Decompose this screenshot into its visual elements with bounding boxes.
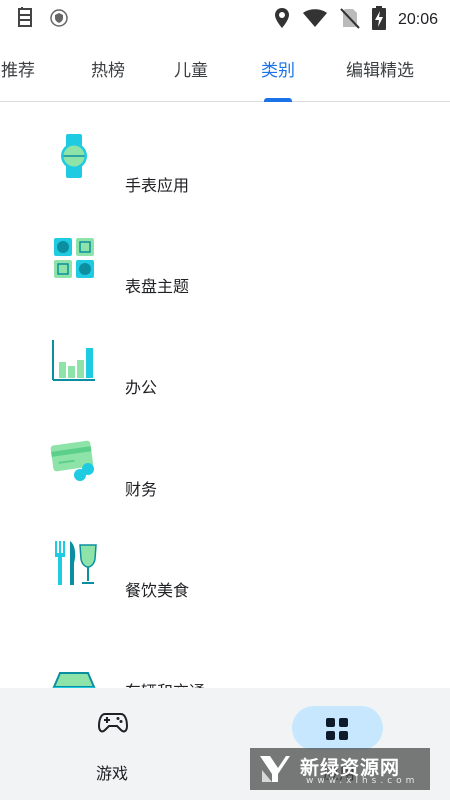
shield-icon [50, 9, 68, 31]
category-row-finance[interactable]: 财务 [0, 433, 450, 533]
status-time: 20:06 [397, 11, 438, 28]
category-label: 表盘主题 [125, 277, 190, 296]
card-coins-icon [50, 437, 98, 485]
nav-games[interactable]: 游戏 [0, 688, 225, 800]
wifi-icon [302, 8, 328, 32]
category-list: 手表应用 表盘主题 办公 财务 餐饮美食 车辆和交通 [0, 103, 450, 688]
tab-kids[interactable]: 儿童 [174, 56, 208, 81]
gamepad-icon [97, 712, 129, 738]
watermark-url: www.xlhs.com [306, 776, 419, 786]
location-icon [274, 7, 290, 33]
watermark: 新绿资源网 www.xlhs.com [250, 748, 430, 790]
watermark-logo-icon [258, 754, 292, 788]
active-tab-indicator [264, 98, 292, 102]
apps-grid-icon [326, 718, 348, 744]
tab-top-charts[interactable]: 热榜 [91, 56, 125, 81]
car-icon [50, 669, 98, 688]
status-bar: 20:06 [0, 0, 450, 36]
watch-icon [50, 132, 98, 180]
battery-charging-icon [371, 6, 386, 34]
tab-editors-choice[interactable]: 编辑精选 [346, 56, 414, 81]
nav-games-label: 游戏 [96, 764, 129, 783]
category-label: 手表应用 [125, 176, 190, 195]
tab-categories[interactable]: 类别 [261, 56, 295, 81]
category-label: 车辆和交通 [125, 678, 205, 688]
category-row-office[interactable]: 办公 [0, 332, 450, 432]
category-row-vehicles-transport[interactable]: 车辆和交通 [0, 635, 450, 688]
no-sim-icon [340, 7, 360, 33]
category-label: 餐饮美食 [125, 581, 190, 600]
tab-recommended[interactable]: 您推荐 [0, 56, 35, 81]
category-tabs: 您推荐 热榜 儿童 类别 编辑精选 [0, 36, 450, 102]
category-row-food-drink[interactable]: 餐饮美食 [0, 534, 450, 634]
category-label: 办公 [125, 378, 158, 397]
category-row-watch-faces[interactable]: 表盘主题 [0, 231, 450, 331]
watch-face-grid-icon [50, 234, 98, 282]
bar-chart-icon [50, 336, 98, 384]
category-label: 财务 [125, 480, 158, 499]
notes-icon [16, 7, 36, 33]
category-row-watch-apps[interactable]: 手表应用 [0, 130, 450, 230]
fork-knife-glass-icon [50, 539, 98, 587]
